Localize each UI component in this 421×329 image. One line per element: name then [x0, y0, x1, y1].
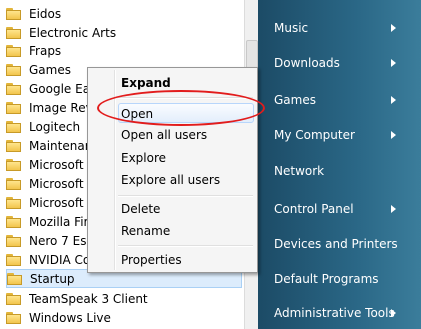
submenu-arrow-icon — [391, 309, 396, 317]
program-folder-electronic-arts[interactable]: Electronic Arts — [6, 23, 246, 42]
right-menu-label: Control Panel — [274, 202, 354, 216]
program-folder-label: Mozilla Fir — [29, 214, 89, 229]
folder-icon — [6, 234, 21, 247]
program-folder-label: Image Rev — [29, 100, 93, 115]
right-menu-devices-and-printers[interactable]: Devices and Printers — [274, 234, 414, 254]
program-folder-label: TeamSpeak 3 Client — [29, 291, 148, 306]
submenu-arrow-icon — [391, 24, 396, 32]
right-menu-label: Music — [274, 21, 309, 35]
folder-icon — [6, 139, 21, 152]
submenu-arrow-icon — [391, 205, 396, 213]
right-menu-control-panel[interactable]: Control Panel — [274, 199, 414, 219]
folder-icon — [6, 215, 21, 228]
right-menu-label: Default Programs — [274, 272, 379, 286]
annotation-red-circle — [97, 90, 265, 126]
program-folder-label: Maintenar — [29, 138, 90, 153]
folder-icon — [6, 120, 21, 133]
context-menu-explore[interactable]: Explore — [121, 149, 166, 167]
folder-icon — [7, 272, 22, 285]
submenu-arrow-icon — [391, 96, 396, 104]
right-menu-music[interactable]: Music — [274, 18, 414, 38]
program-folder-label: Windows Live — [29, 310, 111, 325]
context-menu-separator — [118, 195, 253, 197]
program-folder-fraps[interactable]: Fraps — [6, 41, 246, 60]
folder-icon — [6, 101, 21, 114]
program-folder-label: Startup — [30, 271, 75, 286]
folder-icon — [6, 292, 21, 305]
folder-icon — [6, 253, 21, 266]
program-folder-label: Fraps — [29, 43, 62, 58]
right-menu-label: Devices and Printers — [274, 237, 398, 251]
folder-icon — [6, 158, 21, 171]
right-menu-label: Network — [274, 164, 325, 178]
context-menu-properties[interactable]: Properties — [121, 251, 182, 269]
submenu-arrow-icon — [391, 131, 396, 139]
right-menu-downloads[interactable]: Downloads — [274, 53, 414, 73]
folder-icon — [6, 7, 21, 20]
program-folder-label: Eidos — [29, 6, 62, 21]
program-folder-label: Nero 7 Ess — [29, 233, 93, 248]
context-menu-expand[interactable]: Expand — [121, 74, 171, 92]
program-folder-label: Microsoft — [29, 176, 84, 191]
folder-icon — [6, 63, 21, 76]
program-folder-label: NVIDIA Co — [29, 252, 91, 267]
right-menu-games[interactable]: Games — [274, 90, 414, 110]
right-menu-label: Downloads — [274, 56, 340, 70]
folder-icon — [6, 196, 21, 209]
folder-icon — [6, 177, 21, 190]
right-menu-label: Administrative Tools — [274, 306, 395, 320]
right-menu-label: Games — [274, 93, 316, 107]
program-folder-windows-live[interactable]: Windows Live — [6, 308, 246, 327]
context-menu-delete[interactable]: Delete — [121, 200, 160, 218]
program-folder-label: Microsoft — [29, 195, 84, 210]
right-menu-network[interactable]: Network — [274, 161, 414, 181]
context-menu-rename[interactable]: Rename — [121, 222, 170, 240]
program-folder-label: Microsoft — [29, 157, 84, 172]
context-menu-open-all-users[interactable]: Open all users — [121, 126, 207, 144]
program-folder-label: Games — [29, 62, 71, 77]
right-menu-my-computer[interactable]: My Computer — [274, 125, 414, 145]
program-folder-teamspeak[interactable]: TeamSpeak 3 Client — [6, 289, 246, 308]
right-menu-administrative-tools[interactable]: Administrative Tools — [274, 303, 414, 323]
folder-icon — [6, 26, 21, 39]
context-menu-explore-all-users[interactable]: Explore all users — [121, 171, 220, 189]
folder-icon — [6, 44, 21, 57]
context-menu-separator — [118, 245, 253, 247]
folder-icon — [6, 82, 21, 95]
start-menu-right-pane: Music Downloads Games My Computer Networ… — [258, 0, 421, 329]
right-menu-label: My Computer — [274, 128, 355, 142]
program-folder-label: Logitech — [29, 119, 81, 134]
program-folder-eidos[interactable]: Eidos — [6, 4, 246, 23]
submenu-arrow-icon — [391, 59, 396, 67]
folder-icon — [6, 311, 21, 324]
program-folder-label: Google Ea — [29, 81, 91, 96]
program-folder-label: Electronic Arts — [29, 25, 117, 40]
right-menu-default-programs[interactable]: Default Programs — [274, 269, 414, 289]
